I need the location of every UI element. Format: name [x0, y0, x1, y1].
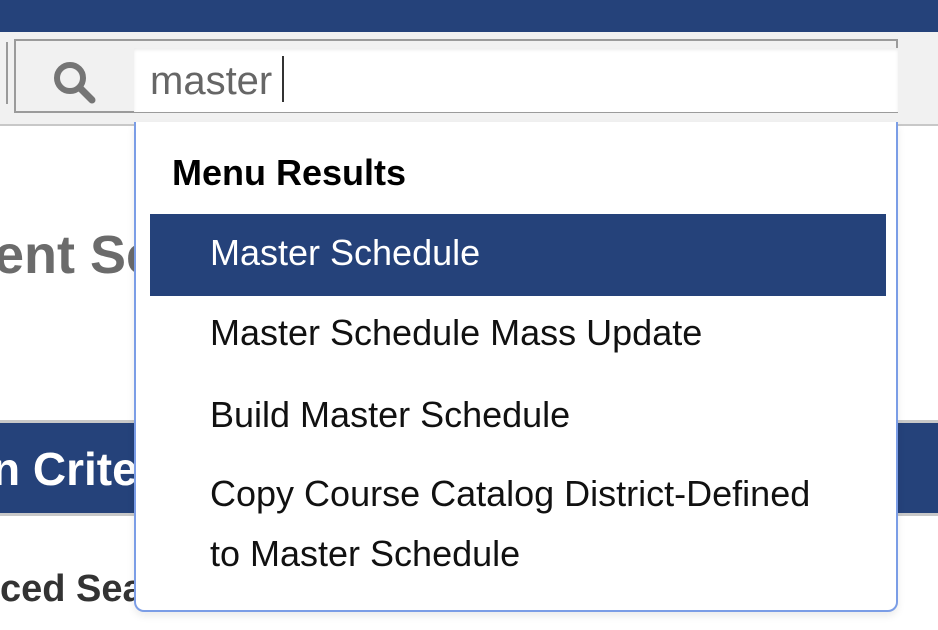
- result-master-schedule[interactable]: Master Schedule: [150, 214, 886, 296]
- toolbar-edge-divider: [0, 42, 8, 104]
- result-copy-course-catalog[interactable]: Copy Course Catalog District-Defined to …: [150, 460, 886, 590]
- text-caret: [282, 56, 285, 102]
- search-icon[interactable]: [50, 58, 98, 106]
- result-label: Master Schedule: [210, 232, 481, 273]
- result-build-master-schedule[interactable]: Build Master Schedule: [150, 378, 886, 460]
- top-navigation-bar: [0, 0, 938, 32]
- result-master-schedule-mass-update[interactable]: Master Schedule Mass Update: [150, 296, 886, 378]
- advanced-search-label: ced Sea: [0, 568, 144, 610]
- menu-results-header: Menu Results: [172, 152, 407, 193]
- search-criteria-title: n Crite: [0, 443, 138, 495]
- result-label: Build Master Schedule: [210, 394, 571, 435]
- result-label-line-1: Copy Course Catalog District-Defined: [210, 473, 811, 514]
- result-label: Master Schedule Mass Update: [210, 312, 703, 353]
- search-input-value[interactable]: master: [150, 56, 285, 105]
- page-title-fragment: ent Se: [0, 225, 157, 285]
- search-results-dropdown: Menu Results Master Schedule Master Sche…: [134, 122, 898, 612]
- result-label-line-2: to Master Schedule: [210, 533, 521, 574]
